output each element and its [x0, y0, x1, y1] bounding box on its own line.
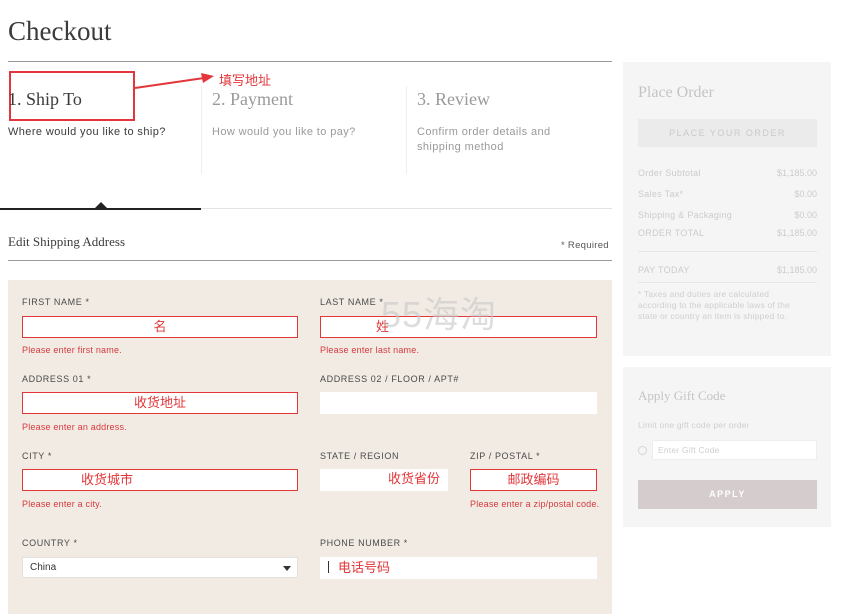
- annotation-label: 填写地址: [219, 73, 272, 88]
- gift-code-radio[interactable]: [638, 446, 647, 455]
- phone-label: PHONE NUMBER *: [320, 538, 408, 548]
- first-name-input[interactable]: 名: [22, 316, 298, 338]
- subtotal-value: $1,185.00: [776, 168, 817, 178]
- sales-tax-label: Sales Tax*: [638, 189, 684, 199]
- step-divider: [201, 86, 202, 174]
- first-name-value: 名: [153, 319, 167, 334]
- sales-tax-value: $0.00: [794, 189, 817, 199]
- section-title: Edit Shipping Address: [8, 234, 126, 249]
- shipping-value: $0.00: [794, 210, 817, 220]
- order-summary-title: Place Order: [638, 84, 714, 101]
- order-total-label: ORDER TOTAL: [638, 228, 705, 238]
- state-value: 收货省份: [387, 471, 440, 486]
- summary-divider: [638, 282, 817, 283]
- city-input[interactable]: 收货城市: [22, 469, 298, 491]
- zip-error: Please enter a zip/postal code.: [470, 499, 600, 509]
- step-review-desc: Confirm order details and shipping metho…: [417, 126, 551, 153]
- phone-input[interactable]: 电话号码: [320, 557, 597, 579]
- address1-input[interactable]: 收货地址: [22, 392, 298, 414]
- gift-code-title: Apply Gift Code: [638, 388, 726, 403]
- last-name-error: Please enter last name.: [320, 345, 420, 355]
- city-error: Please enter a city.: [22, 499, 102, 509]
- active-step-indicator: [0, 208, 201, 210]
- tax-note: * Taxes and duties are calculated accord…: [638, 289, 790, 321]
- section-divider: [8, 260, 612, 261]
- pay-today-label: PAY TODAY: [638, 265, 690, 275]
- text-cursor: [328, 561, 329, 573]
- city-value: 收货城市: [81, 472, 134, 487]
- city-label: CITY *: [22, 451, 52, 461]
- zip-label: ZIP / POSTAL *: [470, 451, 541, 461]
- subtotal-label: Order Subtotal: [638, 168, 701, 178]
- step-review-title[interactable]: 3. Review: [417, 89, 490, 110]
- state-label: STATE / REGION: [320, 451, 400, 461]
- required-note: * Required: [561, 240, 609, 251]
- active-step-caret-icon: [95, 202, 107, 208]
- annotation-arrow-icon: [134, 73, 214, 89]
- step-divider: [406, 86, 407, 174]
- phone-value: 电话号码: [338, 560, 391, 575]
- address1-label: ADDRESS 01 *: [22, 374, 92, 384]
- country-value: China: [30, 562, 57, 573]
- first-name-error: Please enter first name.: [22, 345, 122, 355]
- last-name-label: LAST NAME *: [320, 297, 384, 307]
- summary-divider: [638, 251, 817, 252]
- address2-input[interactable]: [320, 392, 597, 414]
- shipping-label: Shipping & Packaging: [638, 210, 733, 220]
- apply-gift-code-button[interactable]: APPLY: [638, 480, 817, 509]
- address2-label: ADDRESS 02 / FLOOR / APT#: [320, 374, 460, 384]
- first-name-label: FIRST NAME *: [22, 297, 90, 307]
- title-divider: [8, 61, 612, 62]
- step-ship-to-desc: Where would you like to ship?: [8, 126, 166, 138]
- page-title: Checkout: [8, 16, 112, 46]
- country-label: COUNTRY *: [22, 538, 78, 548]
- gift-code-note: Limit one gift code per order: [638, 420, 750, 430]
- zip-input[interactable]: 邮政编码: [470, 469, 597, 491]
- pay-today-value: $1,185.00: [776, 265, 817, 275]
- country-select[interactable]: China: [22, 557, 298, 578]
- address1-value: 收货地址: [133, 395, 186, 410]
- state-input[interactable]: 收货省份: [320, 469, 448, 491]
- step-payment-desc: How would you like to pay?: [212, 126, 356, 138]
- step-ship-to-title[interactable]: 1. Ship To: [8, 89, 82, 110]
- step-payment-title[interactable]: 2. Payment: [212, 89, 293, 110]
- watermark: 55海淘: [381, 294, 498, 335]
- chevron-down-icon: [283, 566, 291, 571]
- gift-code-input[interactable]: Enter Gift Code: [652, 440, 817, 460]
- gift-code-placeholder: Enter Gift Code: [658, 445, 720, 455]
- place-order-button[interactable]: PLACE YOUR ORDER: [638, 119, 817, 147]
- order-total-value: $1,185.00: [776, 228, 817, 238]
- address1-error: Please enter an address.: [22, 422, 127, 432]
- zip-value: 邮政编码: [507, 472, 560, 487]
